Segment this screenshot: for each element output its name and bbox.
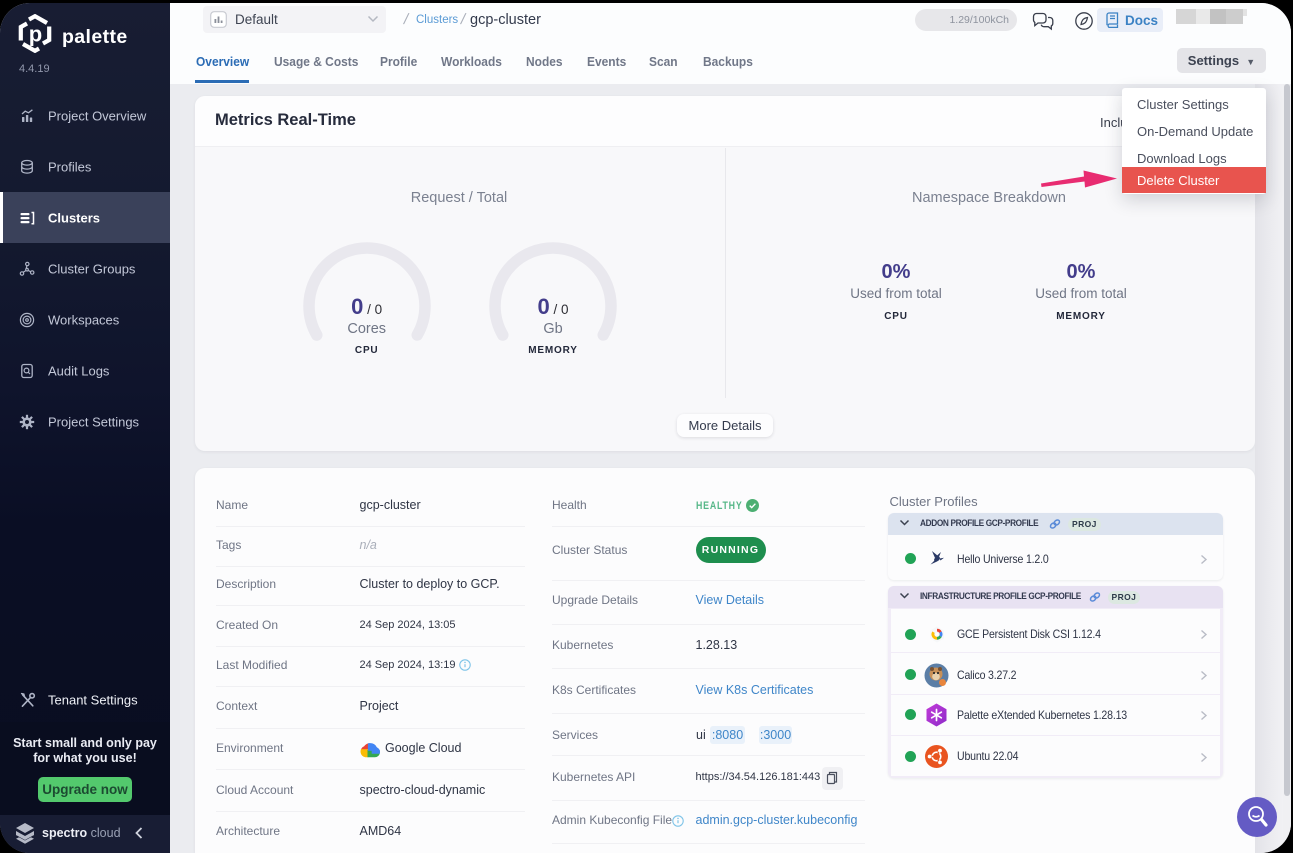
- svg-text:p: p: [29, 22, 42, 47]
